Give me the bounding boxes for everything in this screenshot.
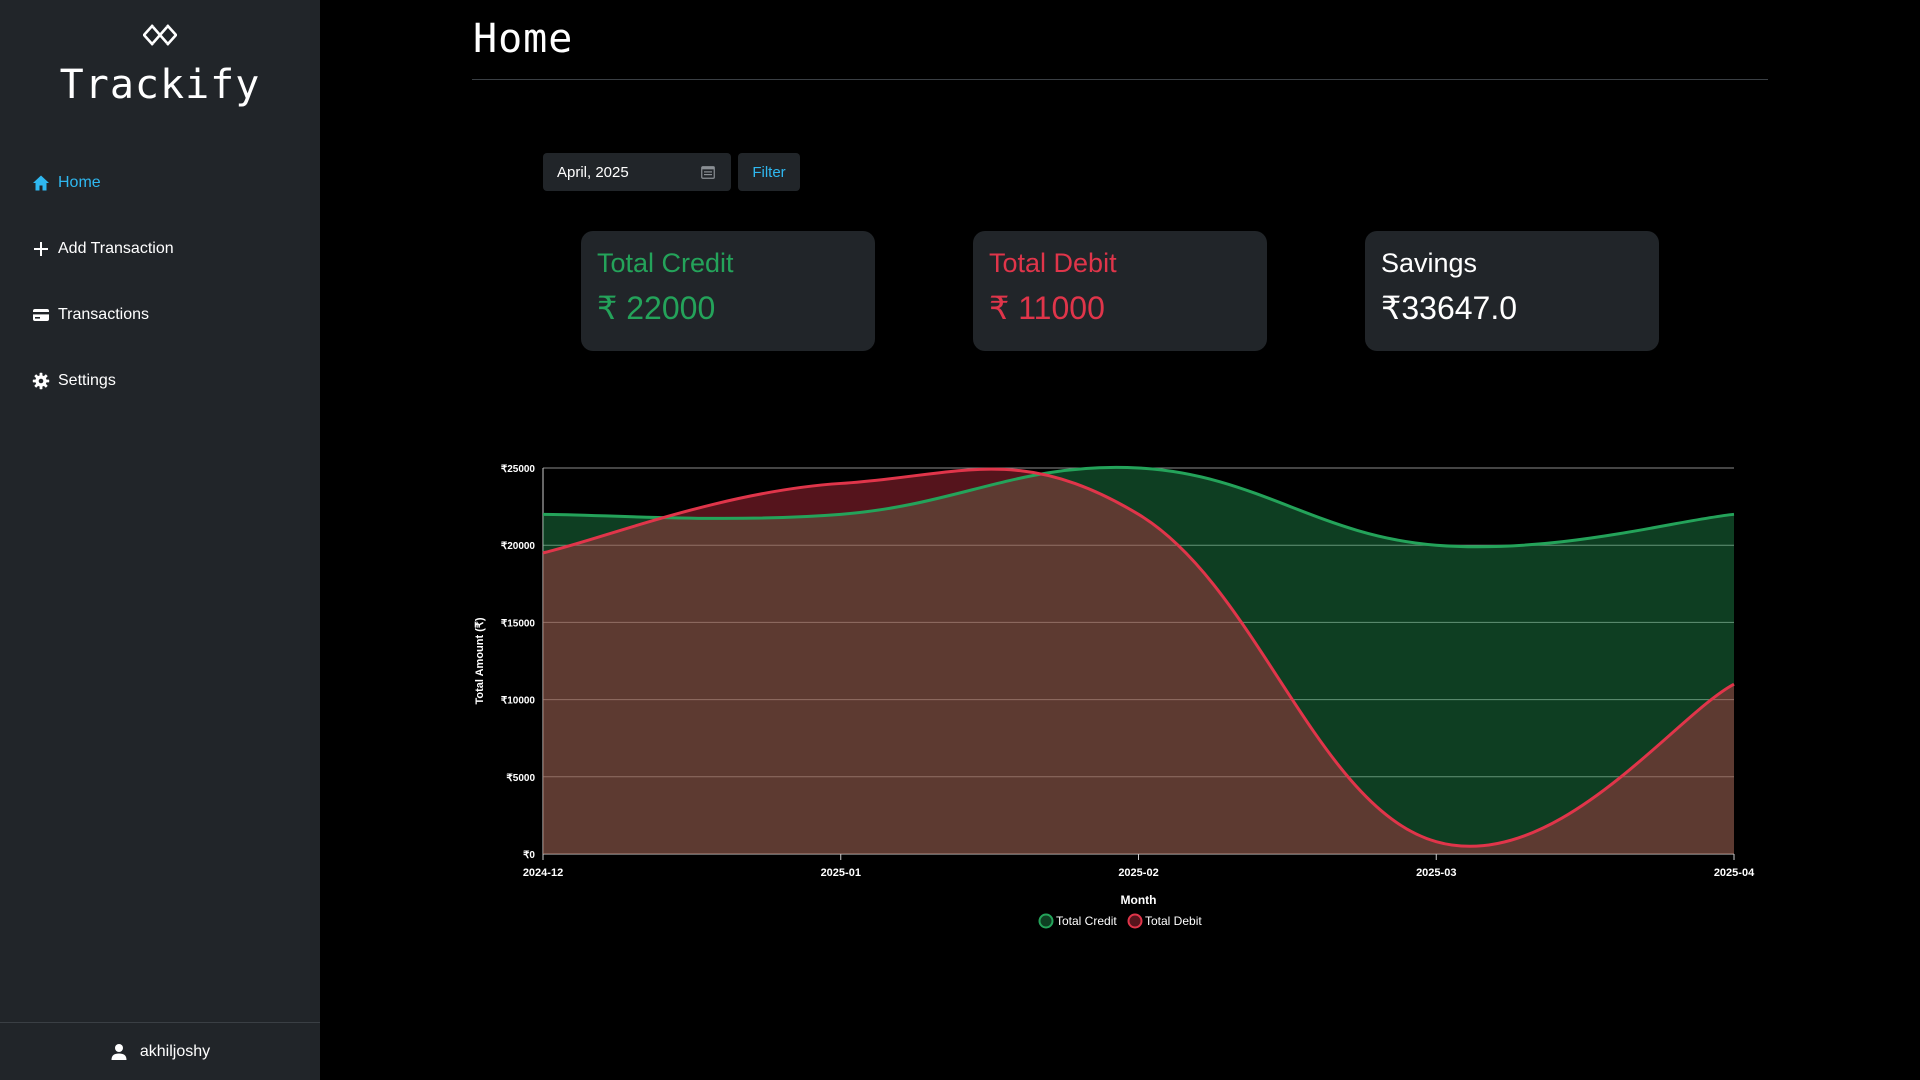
x-axis-title: Month xyxy=(1121,893,1157,907)
title-divider xyxy=(472,79,1768,80)
chart-svg: ₹0 ₹5000 ₹10000 ₹15000 ₹20000 ₹25000 2024-12 20… xyxy=(474,464,1755,929)
credit-card-icon xyxy=(33,309,49,321)
y-axis-title: Total Amount (₹) xyxy=(474,617,486,704)
user-profile[interactable]: akhiljoshy xyxy=(0,1022,320,1080)
y-tick-label: ₹15000 xyxy=(501,618,536,629)
legend-marker xyxy=(1127,913,1143,929)
x-tick-label: 2025-01 xyxy=(821,867,861,879)
sidebar-item-settings[interactable]: Settings xyxy=(0,361,320,401)
y-tick-label: ₹20000 xyxy=(501,541,536,552)
savings-value: ₹33647.0 xyxy=(1381,290,1518,326)
y-tick-label: ₹5000 xyxy=(506,773,535,784)
x-tick-label: 2025-04 xyxy=(1714,867,1755,879)
sidebar-item-transactions[interactable]: Transactions xyxy=(0,295,320,335)
x-tick-label: 2025-03 xyxy=(1416,867,1456,879)
sidebar-nav: Home Add Transaction Transactions Settin… xyxy=(0,163,320,427)
legend-label: Total Debit xyxy=(1145,914,1202,928)
plus-icon xyxy=(34,242,48,256)
savings-title: Savings xyxy=(1381,248,1478,278)
sidebar-item-label: Settings xyxy=(58,372,116,389)
x-tick-label: 2025-02 xyxy=(1118,867,1158,879)
gear-icon xyxy=(32,372,50,390)
filter-button[interactable]: Filter xyxy=(738,153,800,191)
total-credit-title: Total Credit xyxy=(597,248,734,278)
total-debit-card: Total Debit ₹ 11000 xyxy=(973,231,1267,351)
y-tick-label: ₹10000 xyxy=(501,696,536,707)
sidebar: Trackify Home Add Transaction Transactio… xyxy=(0,0,320,1080)
user-icon xyxy=(111,1043,127,1060)
total-credit-card: Total Credit ₹ 22000 xyxy=(581,231,875,351)
month-picker-input[interactable]: April, 2025 xyxy=(543,153,731,191)
logo-icon xyxy=(143,24,177,46)
calendar-icon[interactable] xyxy=(701,165,715,179)
sidebar-item-label: Home xyxy=(58,174,101,191)
credit-debit-chart: ₹0 ₹5000 ₹10000 ₹15000 ₹20000 ₹25000 2024-12 20… xyxy=(470,450,1790,940)
sidebar-item-add-transaction[interactable]: Add Transaction xyxy=(0,229,320,269)
legend-marker xyxy=(1038,913,1054,929)
sidebar-item-home[interactable]: Home xyxy=(0,163,320,203)
y-tick-label: ₹0 xyxy=(523,850,535,861)
legend-label: Total Credit xyxy=(1056,914,1117,928)
total-credit-value: ₹ 22000 xyxy=(597,290,716,326)
sidebar-item-label: Add Transaction xyxy=(58,240,174,257)
sidebar-item-label: Transactions xyxy=(58,306,149,323)
total-debit-title: Total Debit xyxy=(989,248,1117,278)
home-icon xyxy=(33,175,49,191)
month-picker-value: April, 2025 xyxy=(557,163,629,181)
app-brand: Trackify xyxy=(59,62,261,108)
savings-card: Savings ₹33647.0 xyxy=(1365,231,1659,351)
total-debit-value: ₹ 11000 xyxy=(989,290,1105,326)
page-title: Home xyxy=(473,16,574,62)
y-tick-label: ₹25000 xyxy=(501,464,536,475)
username: akhiljoshy xyxy=(139,1042,211,1060)
x-tick-label: 2024-12 xyxy=(523,867,563,879)
